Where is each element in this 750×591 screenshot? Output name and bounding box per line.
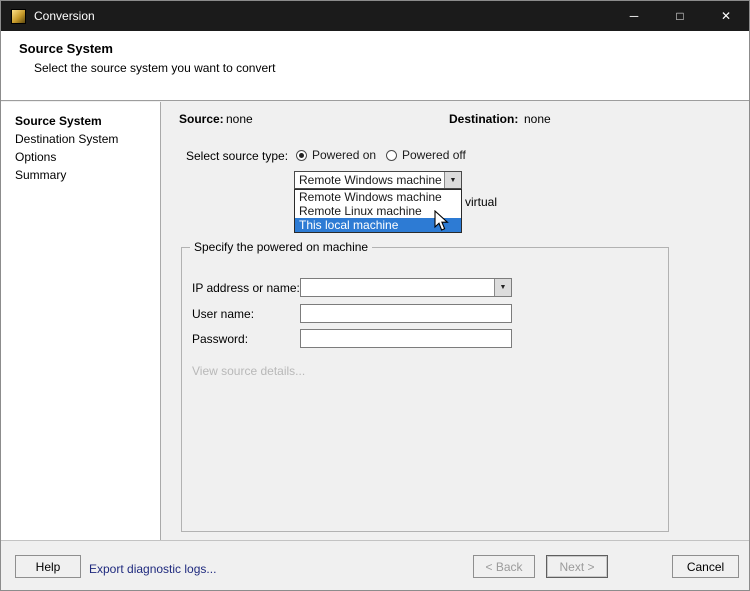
- sidebar-item-source-system[interactable]: Source System: [1, 112, 160, 130]
- export-diagnostic-logs-link[interactable]: Export diagnostic logs...: [89, 562, 216, 576]
- destination-label: Destination:: [449, 112, 519, 126]
- help-button[interactable]: Help: [15, 555, 81, 578]
- powered-off-label: Powered off: [402, 148, 466, 162]
- window-title: Conversion: [34, 9, 95, 23]
- source-type-selected-value: Remote Windows machine: [299, 173, 442, 187]
- cancel-button[interactable]: Cancel: [672, 555, 739, 578]
- username-field-row: User name:: [192, 304, 512, 323]
- mouse-cursor-icon: [434, 210, 449, 231]
- password-field-row: Password:: [192, 329, 512, 348]
- sidebar-item-summary[interactable]: Summary: [1, 166, 160, 184]
- close-button[interactable]: ✕: [703, 1, 749, 31]
- view-source-details-link: View source details...: [192, 364, 306, 378]
- back-button[interactable]: < Back: [473, 555, 535, 578]
- powered-on-radio-group[interactable]: Powered on: [296, 148, 376, 162]
- minimize-icon: ─: [629, 9, 639, 23]
- powered-on-label: Powered on: [312, 148, 377, 162]
- powered-off-radio[interactable]: [386, 149, 397, 161]
- page-title: Source System: [19, 41, 113, 56]
- username-label: User name:: [192, 306, 255, 321]
- next-button[interactable]: Next >: [546, 555, 608, 578]
- dropdown-arrow-icon[interactable]: ▼: [444, 172, 461, 188]
- source-label: Source:: [179, 112, 224, 126]
- destination-value: none: [524, 112, 551, 126]
- app-icon: [11, 8, 26, 24]
- ip-dropdown-arrow-icon[interactable]: ▼: [494, 279, 511, 296]
- password-label: Password:: [192, 331, 249, 346]
- powered-off-radio-group[interactable]: Powered off: [386, 148, 466, 162]
- minimize-button[interactable]: ─: [611, 1, 657, 31]
- titlebar[interactable]: Conversion ─ □ ✕: [1, 1, 749, 31]
- source-value: none: [226, 112, 253, 126]
- username-input[interactable]: [300, 304, 512, 323]
- ip-field-row: IP address or name: ▼: [192, 278, 512, 297]
- ip-address-input[interactable]: [301, 279, 494, 296]
- footer-bar: Help Export diagnostic logs... < Back Ne…: [1, 540, 749, 590]
- powered-on-machine-group: Specify the powered on machine IP addres…: [181, 240, 669, 532]
- maximize-icon: □: [676, 9, 684, 23]
- page-subtitle: Select the source system you want to con…: [34, 61, 276, 75]
- wizard-header: Source System Select the source system y…: [1, 31, 749, 101]
- clipped-background-text: virtual: [465, 195, 498, 209]
- ip-label: IP address or name:: [192, 280, 300, 295]
- sidebar-item-destination-system[interactable]: Destination System: [1, 130, 160, 148]
- conversion-wizard-window: Conversion ─ □ ✕ Source System Select th…: [0, 0, 750, 591]
- sidebar-item-options[interactable]: Options: [1, 148, 160, 166]
- main-content: Source: none Destination: none Select so…: [162, 102, 749, 540]
- source-type-label: Select source type:: [186, 149, 289, 163]
- password-input[interactable]: [300, 329, 512, 348]
- steps-sidebar: Source System Destination System Options…: [1, 102, 161, 540]
- window-controls: ─ □ ✕: [611, 1, 749, 31]
- maximize-button[interactable]: □: [657, 1, 703, 31]
- close-icon: ✕: [720, 9, 732, 23]
- group-title: Specify the powered on machine: [194, 240, 369, 254]
- ip-address-combo[interactable]: ▼: [300, 278, 512, 297]
- source-type-dropdown[interactable]: Remote Windows machine ▼: [294, 171, 462, 189]
- option-remote-windows-machine[interactable]: Remote Windows machine: [295, 190, 461, 204]
- powered-on-radio[interactable]: [296, 149, 307, 161]
